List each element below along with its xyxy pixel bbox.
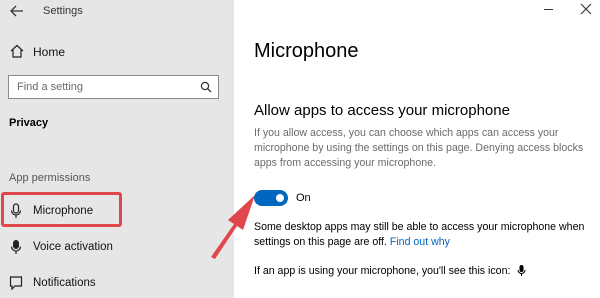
search-placeholder: Find a setting (17, 81, 84, 93)
page-title: Microphone (254, 40, 359, 62)
sidebar-item-label: Notifications (33, 277, 96, 289)
app-title: Settings (43, 5, 83, 17)
sidebar-item-voice-activation[interactable]: Voice activation (0, 232, 234, 262)
toggle-knob (276, 194, 284, 202)
section-heading: Allow apps to access your microphone (254, 102, 510, 119)
microphone-access-toggle[interactable] (254, 190, 288, 206)
microphone-icon (10, 203, 22, 218)
back-button[interactable] (8, 3, 26, 19)
close-icon (580, 3, 592, 15)
search-input[interactable]: Find a setting (8, 75, 219, 99)
description-text: If you allow access, you can choose whic… (254, 127, 584, 170)
microphone-in-use-icon (517, 265, 526, 276)
find-out-why-link[interactable]: Find out why (390, 236, 450, 248)
sidebar-item-notifications[interactable]: Notifications (0, 268, 234, 298)
search-icon (200, 81, 212, 93)
sidebar-item-label: Voice activation (33, 241, 113, 253)
sidebar: Settings Home Find a setting Privacy App… (0, 0, 234, 298)
section-title: Privacy (9, 117, 49, 129)
sidebar-item-microphone[interactable]: Microphone (0, 196, 234, 226)
minimize-button[interactable] (542, 2, 556, 16)
toggle-state-label: On (296, 192, 311, 204)
sidebar-item-label: Microphone (33, 205, 94, 217)
home-label: Home (33, 45, 66, 59)
home-icon (10, 44, 24, 58)
main-content: Microphone Allow apps to access your mic… (234, 0, 600, 298)
close-button[interactable] (578, 2, 594, 16)
voice-activation-icon (10, 240, 22, 254)
sidebar-item-home[interactable]: Home (0, 40, 234, 64)
note2-text: If an app is using your microphone, you'… (254, 265, 511, 277)
notifications-icon (9, 276, 23, 291)
mic-in-use-note: If an app is using your microphone, you'… (254, 265, 526, 277)
group-label: App permissions (9, 172, 91, 184)
desktop-apps-note: Some desktop apps may still be able to a… (254, 220, 594, 250)
back-arrow-icon (10, 5, 23, 17)
